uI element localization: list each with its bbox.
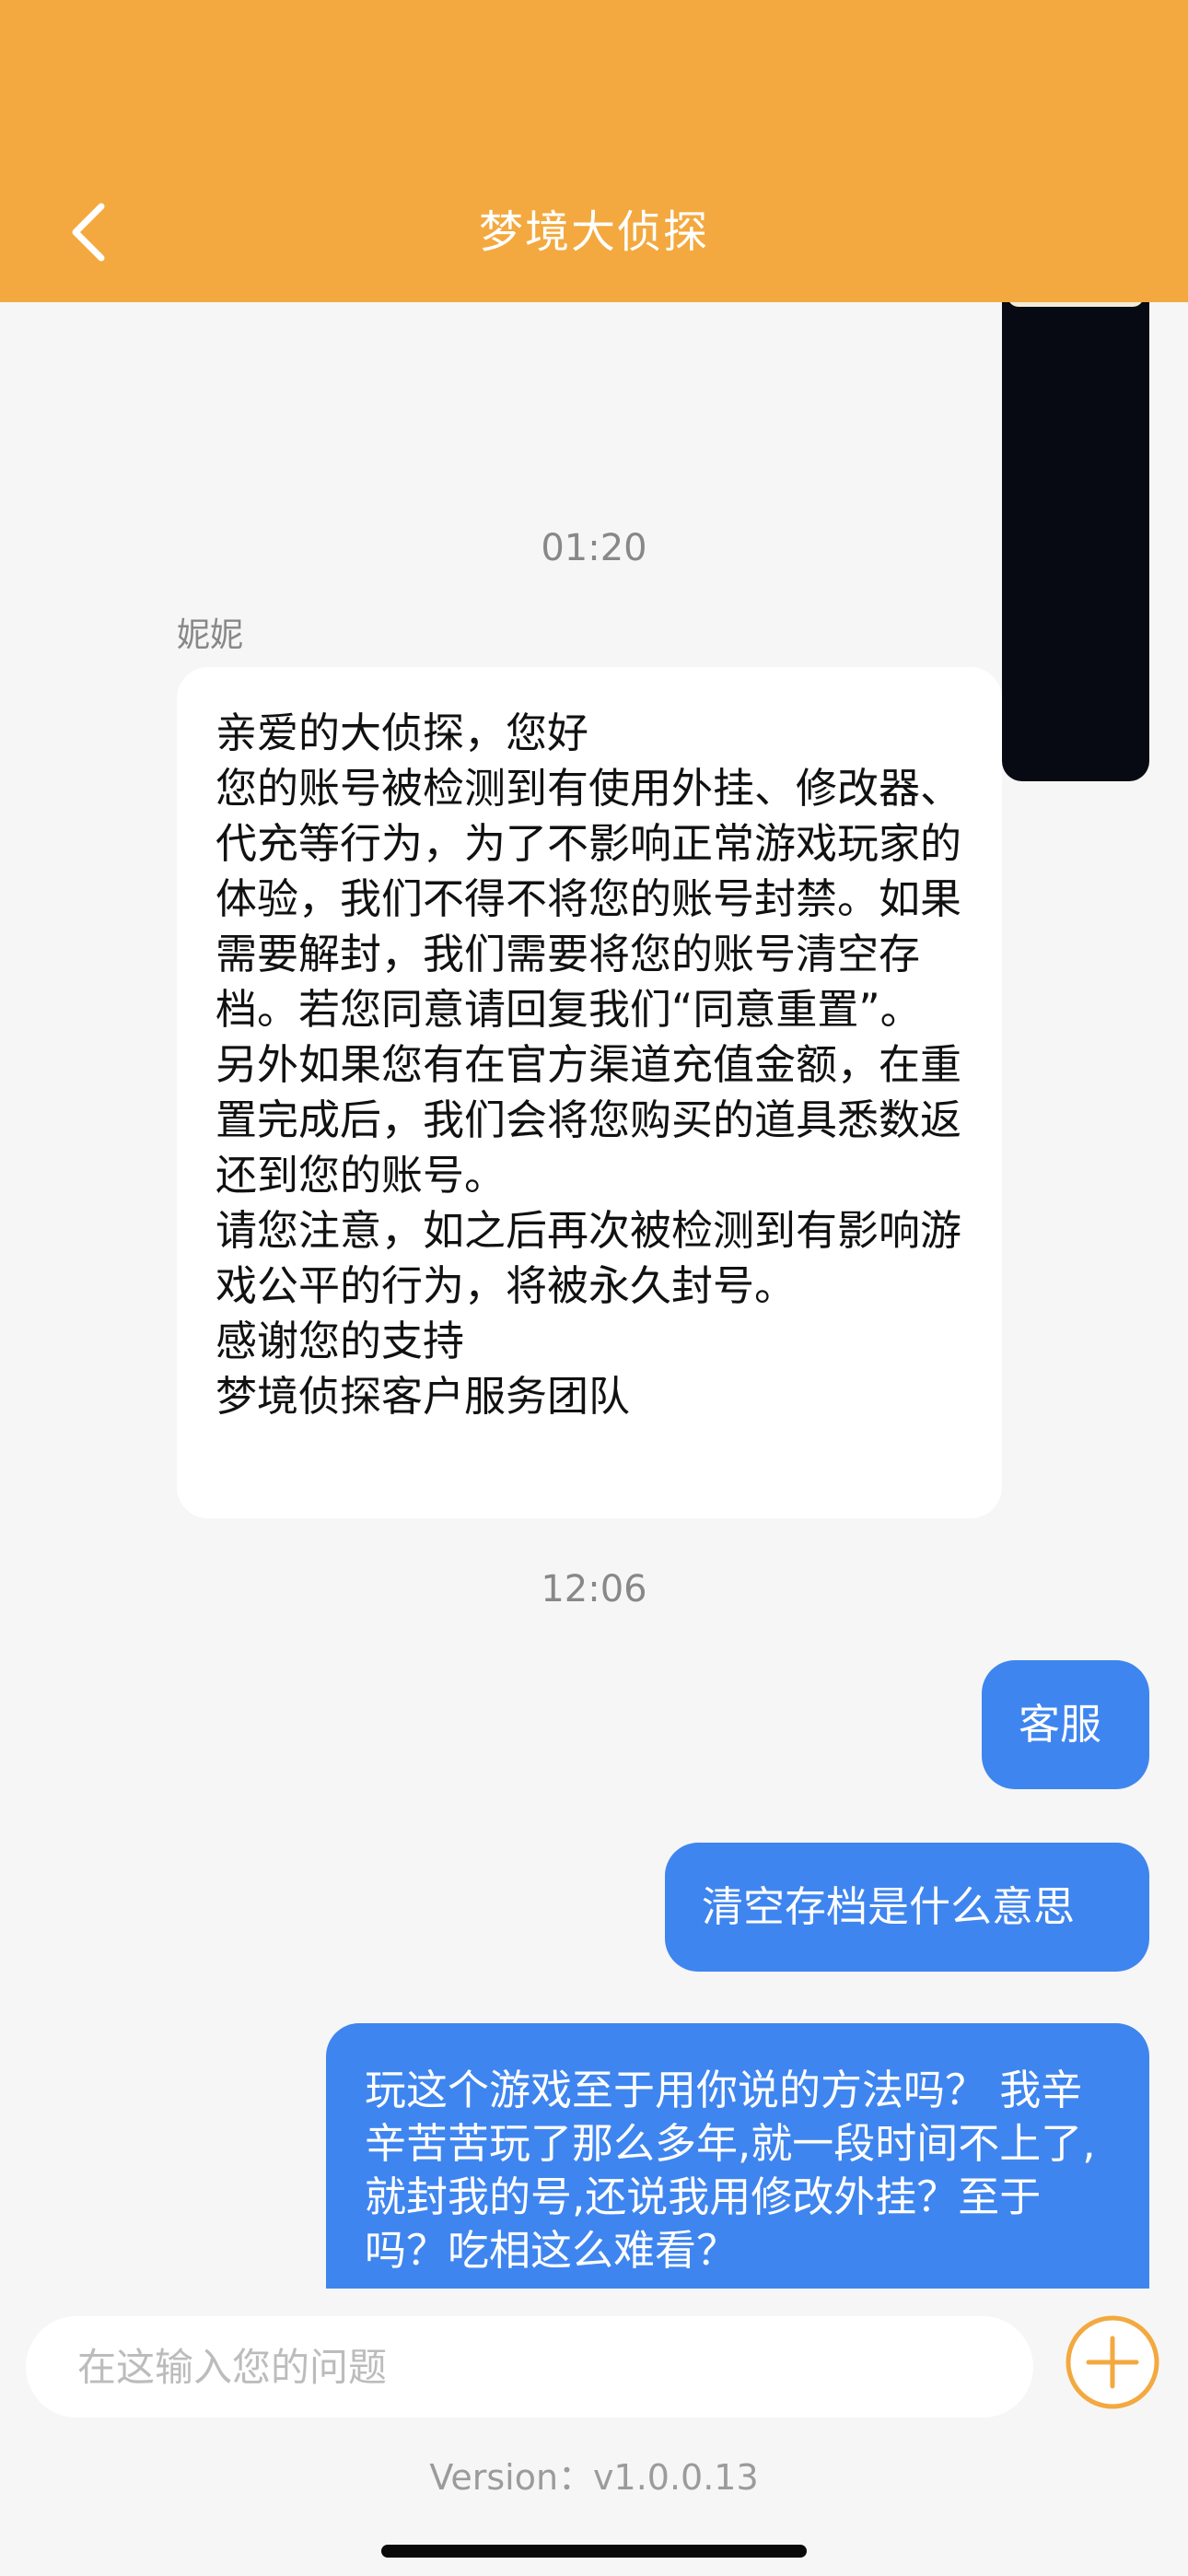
add-attachment-button[interactable] [1063,2313,1162,2412]
sender-name: 妮妮 [177,616,244,654]
screenshot-thumbnail [1007,302,1144,307]
input-bar: Version：v1.0.0.13 [0,2289,1188,2576]
incoming-message[interactable]: 亲爱的大侦探，您好 您的账号被检测到有使用外挂、修改器、代充等行为，为了不影响正… [177,667,1002,1518]
incoming-message-text: 亲爱的大侦探，您好 您的账号被检测到有使用外挂、修改器、代充等行为，为了不影响正… [215,708,962,1421]
timestamp: 01:20 [541,527,647,569]
timestamp: 12:06 [541,1568,647,1610]
outgoing-message[interactable]: 清空存档是什么意思 [665,1843,1149,1972]
question-input[interactable] [26,2316,1033,2418]
outgoing-message[interactable]: 玩这个游戏至于用你说的方法吗？ 我辛辛苦苦玩了那么多年,就一段时间不上了,就封我… [326,2023,1149,2289]
page-title: 梦境大侦探 [478,206,709,258]
nav-header: 梦境大侦探 [0,0,1188,302]
chat-area[interactable]: 01:20 妮妮 亲爱的大侦探，您好 您的账号被检测到有使用外挂、修改器、代充等… [0,302,1188,2289]
version-label: Version：v1.0.0.13 [429,2457,759,2498]
plus-circle-icon [1066,2315,1159,2409]
outgoing-message[interactable]: 客服 [982,1660,1149,1789]
home-indicator[interactable] [381,2545,807,2558]
